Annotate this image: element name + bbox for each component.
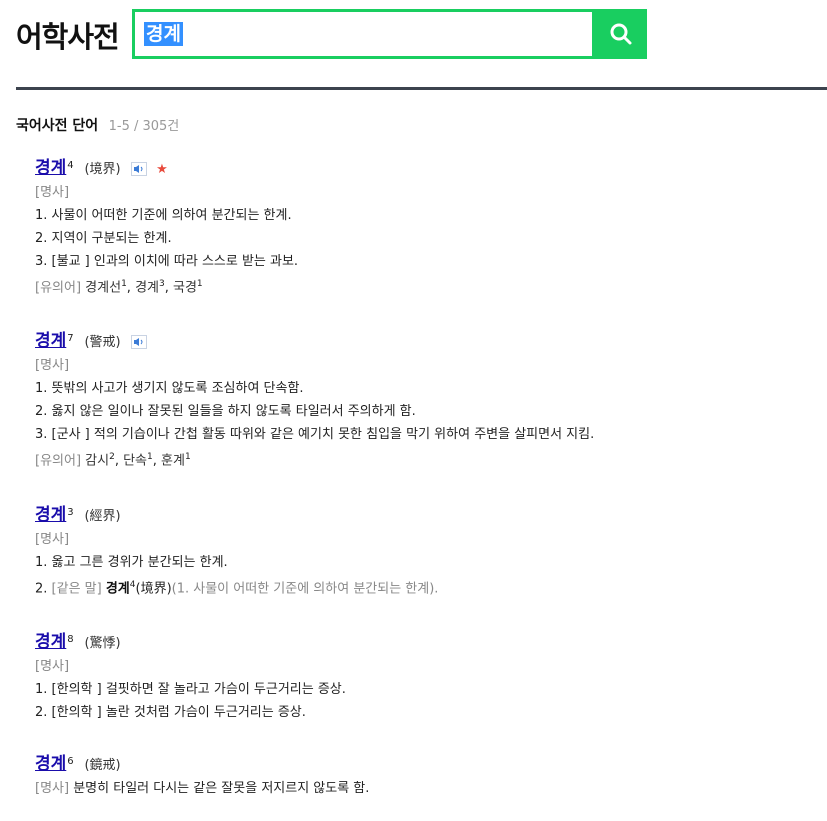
sense: 3. [불교 ] 인과의 이치에 따라 스스로 받는 과보. [35, 254, 299, 269]
entry: 경계4 (境界) ★ [명사] 1. 사물이 어떠한 기준에 의하여 분간되는 … [35, 155, 815, 296]
entry: 경계7 (警戒) [명사] 1. 뜻밖의 사고가 생기지 않도록 조심하여 단속… [35, 328, 815, 469]
entry-head: 경계3 (經界) [35, 502, 815, 528]
speaker-icon[interactable] [131, 161, 148, 176]
headword-link[interactable]: 경계 [35, 505, 66, 525]
sense: 2. [한의학 ] 놀란 것처럼 가슴이 두근거리는 증상. [35, 705, 306, 720]
hanja: (境界) [84, 162, 121, 177]
section-header: 국어사전 단어 1-5 / 305건 [16, 115, 179, 135]
sense: 1. 뜻밖의 사고가 생기지 않도록 조심하여 단속함. [35, 381, 304, 396]
synonym-homonym: 1 [184, 452, 191, 462]
synonym-link[interactable]: 훈계 [161, 453, 185, 468]
sense: 2. 지역이 구분되는 한계. [35, 231, 172, 246]
same-word-label: [같은 말] [51, 581, 102, 597]
hanja: (警戒) [84, 335, 121, 350]
part-of-speech: [명사] [35, 185, 70, 200]
homonym-number: 3 [67, 507, 74, 518]
synonym-label: [유의어] [35, 280, 82, 296]
entry-head: 경계8 (驚悸) [35, 629, 815, 655]
synonym-homonym: 1 [147, 452, 153, 462]
homonym-number: 6 [67, 756, 74, 767]
same-word-hanja: (境界) [135, 581, 172, 597]
search-button[interactable] [595, 9, 647, 59]
definition: 분명히 타일러 다시는 같은 잘못을 저지르지 않도록 함. [73, 781, 370, 796]
header-divider [16, 87, 827, 90]
definition-line: [명사] 분명히 타일러 다시는 같은 잘못을 저지르지 않도록 함. [35, 777, 815, 800]
entry-head: 경계6 (鏡戒) [35, 751, 815, 777]
entry: 경계8 (驚悸) [명사] 1. [한의학 ] 걸핏하면 잘 놀라고 가슴이 두… [35, 629, 815, 724]
synonyms: [유의어] 경계선1, 경계3, 국경1 [35, 279, 203, 296]
entry-head: 경계7 (警戒) [35, 328, 815, 354]
synonym-link[interactable]: 단속 [123, 453, 147, 468]
header: 어학사전 경계 [0, 0, 827, 90]
sense: 2. 옳지 않은 일이나 잘못된 일들을 하지 않도록 타일러서 주의하게 함. [35, 404, 416, 419]
part-of-speech: [명사] [35, 659, 70, 674]
sense: 1. 사물이 어떠한 기준에 의하여 분간되는 한계. [35, 208, 292, 223]
search-box[interactable]: 경계 [132, 9, 595, 59]
hanja: (驚悸) [84, 636, 121, 651]
sense: 1. [한의학 ] 걸핏하면 잘 놀라고 가슴이 두근거리는 증상. [35, 682, 346, 697]
star-icon: ★ [156, 162, 168, 177]
entry: 경계6 (鏡戒) [명사] 분명히 타일러 다시는 같은 잘못을 저지르지 않도… [35, 751, 815, 800]
same-word-link[interactable]: 경계 [106, 581, 130, 596]
synonym-homonym: 3 [158, 279, 165, 289]
result-count: 1-5 / 305건 [108, 119, 180, 134]
sense-number: 2. [35, 581, 52, 597]
synonym-homonym: 2 [109, 452, 115, 462]
synonym-link[interactable]: 국경 [173, 280, 197, 295]
speaker-icon[interactable] [131, 334, 148, 349]
hanja: (經界) [84, 509, 121, 524]
sense: 3. [군사 ] 적의 기습이나 간첩 활동 따위와 같은 예기치 못한 침입을… [35, 427, 595, 442]
section-title: 국어사전 단어 [16, 118, 99, 134]
app-title: 어학사전 [16, 20, 120, 54]
headword-link[interactable]: 경계 [35, 754, 66, 774]
synonym-homonym: 1 [196, 279, 203, 289]
part-of-speech: [명사] [35, 358, 70, 373]
part-of-speech: [명사] [35, 532, 70, 547]
entry-head: 경계4 (境界) ★ [35, 155, 815, 181]
same-word-definition: (1. 사물이 어떠한 기준에 의하여 분간되는 한계). [171, 581, 439, 597]
synonym-link[interactable]: 경계 [135, 280, 159, 295]
headword-link[interactable]: 경계 [35, 632, 66, 652]
synonyms: [유의어] 감시2, 단속1, 훈계1 [35, 452, 191, 469]
sense-same-word: 2. [같은 말] 경계4(境界)(1. 사물이 어떠한 기준에 의하여 분간되… [35, 574, 815, 597]
headword-link[interactable]: 경계 [35, 331, 66, 351]
synonym-label: [유의어] [35, 453, 82, 469]
homonym-number: 4 [67, 160, 74, 171]
hanja: (鏡戒) [84, 758, 121, 773]
search-input[interactable]: 경계 [144, 22, 183, 46]
synonym-link[interactable]: 경계선 [85, 280, 121, 295]
homonym-number: 8 [67, 634, 74, 645]
headword-link[interactable]: 경계 [35, 158, 66, 178]
homonym-number: 7 [67, 333, 74, 344]
search-icon [610, 23, 632, 45]
synonym-link[interactable]: 감시 [85, 453, 109, 468]
part-of-speech: [명사] [35, 781, 70, 796]
entry: 경계3 (經界) [명사] 1. 옳고 그른 경위가 분간되는 한계. 2. [… [35, 502, 815, 597]
sense: 1. 옳고 그른 경위가 분간되는 한계. [35, 555, 228, 570]
synonym-homonym: 1 [121, 279, 127, 289]
